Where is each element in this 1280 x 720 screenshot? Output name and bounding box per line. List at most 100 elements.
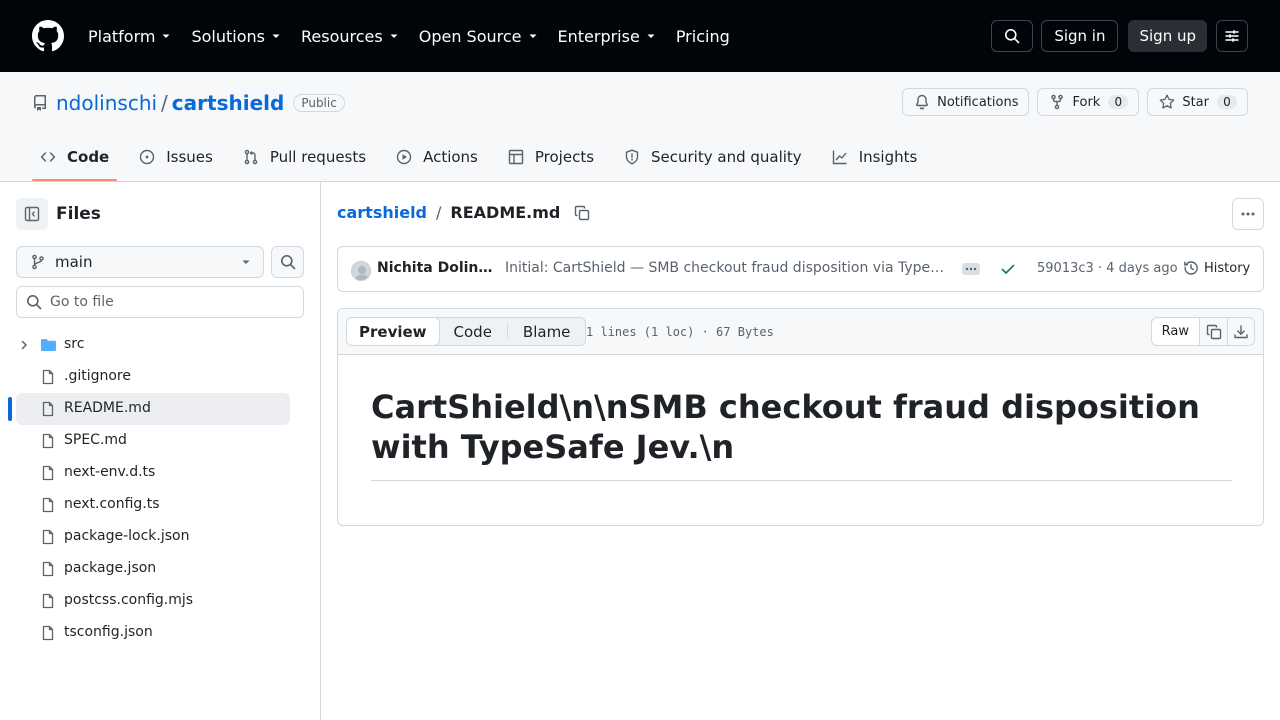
kebab-horizontal-icon bbox=[1241, 212, 1255, 216]
collapse-sidebar-button[interactable] bbox=[16, 198, 48, 230]
file-icon bbox=[42, 465, 54, 481]
issue-icon bbox=[140, 149, 155, 165]
pull-request-icon bbox=[244, 149, 258, 165]
shield-icon bbox=[625, 149, 639, 165]
branch-name: main bbox=[55, 253, 93, 271]
breadcrumb-file-name: README.md bbox=[450, 203, 561, 222]
notifications-label: Notifications bbox=[937, 94, 1019, 110]
tree-item-postcss-config[interactable]: postcss.config.mjs bbox=[16, 585, 290, 617]
avatar[interactable] bbox=[351, 261, 371, 281]
chevron-down-icon bbox=[162, 34, 170, 38]
tree-item-src[interactable]: src bbox=[16, 329, 290, 361]
star-button[interactable]: Star 0 bbox=[1147, 88, 1248, 116]
sidebar-collapse-icon bbox=[24, 206, 40, 222]
notifications-button[interactable]: Notifications bbox=[902, 88, 1030, 116]
search-files-button[interactable] bbox=[271, 246, 304, 278]
tab-code[interactable]: Code bbox=[32, 136, 118, 181]
history-icon bbox=[1184, 261, 1198, 275]
tree-item-gitignore[interactable]: .gitignore bbox=[16, 361, 290, 393]
breadcrumb-repo-link[interactable]: cartshield bbox=[337, 203, 427, 222]
sliders-icon bbox=[1225, 30, 1239, 42]
file-stats: 1 lines (1 loc) · 67 Bytes bbox=[586, 325, 774, 339]
tree-item-spec[interactable]: SPEC.md bbox=[16, 425, 290, 457]
fork-count: 0 bbox=[1108, 95, 1129, 109]
copy-raw-button[interactable] bbox=[1200, 318, 1227, 345]
history-label: History bbox=[1204, 260, 1251, 276]
tree-item-next-env[interactable]: next-env.d.ts bbox=[16, 457, 290, 489]
repo-tabs: Code Issues Pull requests Actions Projec… bbox=[32, 136, 939, 182]
more-options-button[interactable] bbox=[1232, 198, 1264, 230]
visibility-badge: Public bbox=[293, 94, 345, 112]
avatar-placeholder-icon bbox=[355, 266, 369, 280]
files-heading: Files bbox=[56, 204, 101, 224]
nav-platform[interactable]: Platform bbox=[88, 27, 171, 46]
commit-author-link[interactable]: Nichita Dolinschi bbox=[377, 260, 497, 276]
nav-resources[interactable]: Resources bbox=[301, 27, 399, 46]
tab-security[interactable]: Security and quality bbox=[616, 136, 810, 178]
file-icon bbox=[42, 433, 54, 449]
tab-insights[interactable]: Insights bbox=[824, 136, 926, 178]
chevron-down-icon bbox=[529, 34, 536, 38]
header-menu-button[interactable] bbox=[1216, 20, 1248, 52]
tab-code-view[interactable]: Code bbox=[439, 318, 507, 345]
header-actions: Sign in Sign up bbox=[991, 20, 1248, 52]
download-icon bbox=[1234, 324, 1248, 338]
file-tree-sidebar: Files main src .gitignore README.md SPEC… bbox=[0, 182, 321, 720]
branch-icon bbox=[32, 254, 44, 270]
chevron-down-icon bbox=[272, 34, 280, 38]
tab-issues[interactable]: Issues bbox=[131, 136, 221, 178]
file-icon bbox=[42, 625, 54, 641]
tab-actions[interactable]: Actions bbox=[388, 136, 486, 178]
download-button[interactable] bbox=[1227, 318, 1254, 345]
expand-commit-message-button[interactable] bbox=[962, 263, 980, 275]
sign-up-button[interactable]: Sign up bbox=[1128, 20, 1207, 52]
repo-title: ndolinschi / cartshield Public bbox=[32, 90, 345, 116]
history-button[interactable]: History bbox=[1183, 260, 1250, 276]
table-icon bbox=[508, 149, 524, 165]
sign-in-button[interactable]: Sign in bbox=[1041, 20, 1119, 52]
tree-item-tsconfig[interactable]: tsconfig.json bbox=[16, 617, 290, 649]
global-search-button[interactable] bbox=[991, 20, 1034, 52]
search-icon bbox=[1005, 29, 1020, 44]
go-to-file-field[interactable] bbox=[16, 286, 304, 318]
file-icon bbox=[42, 593, 54, 609]
repo-owner-link[interactable]: ndolinschi bbox=[56, 91, 157, 115]
caret-down-icon bbox=[242, 260, 250, 264]
tab-preview[interactable]: Preview bbox=[346, 317, 440, 346]
commit-message-link[interactable]: Initial: CartShield — SMB checkout fraud… bbox=[505, 260, 947, 276]
chevron-down-icon bbox=[390, 34, 398, 38]
nav-open-source[interactable]: Open Source bbox=[419, 27, 538, 46]
repo-icon bbox=[33, 95, 46, 111]
commit-sha-time[interactable]: 59013c3 · 4 days ago bbox=[1037, 261, 1178, 276]
raw-button[interactable]: Raw bbox=[1151, 318, 1200, 345]
tab-projects[interactable]: Projects bbox=[500, 136, 602, 178]
repo-header: ndolinschi / cartshield Public Notificat… bbox=[0, 72, 1280, 182]
tree-item-readme[interactable]: README.md bbox=[8, 393, 290, 425]
fork-icon bbox=[1051, 94, 1064, 110]
branch-selector[interactable]: main bbox=[16, 246, 264, 278]
tree-item-package-lock[interactable]: package-lock.json bbox=[16, 521, 290, 553]
tree-item-package[interactable]: package.json bbox=[16, 553, 290, 585]
tab-pull-requests[interactable]: Pull requests bbox=[235, 136, 374, 178]
view-mode-toggle: Preview Code Blame bbox=[346, 317, 587, 346]
latest-commit-bar: Nichita Dolinschi Initial: CartShield — … bbox=[337, 246, 1264, 292]
fork-button[interactable]: Fork 0 bbox=[1037, 88, 1140, 116]
star-label: Star bbox=[1182, 94, 1209, 110]
file-actions: Raw bbox=[1150, 317, 1255, 346]
tab-blame[interactable]: Blame bbox=[508, 318, 586, 345]
graph-icon bbox=[832, 150, 847, 165]
tree-item-next-config[interactable]: next.config.ts bbox=[16, 489, 290, 521]
file-icon bbox=[42, 401, 54, 417]
code-icon bbox=[40, 152, 56, 162]
repo-actions: Notifications Fork 0 Star 0 bbox=[894, 88, 1248, 116]
copy-path-button[interactable] bbox=[574, 205, 590, 221]
repo-name-link[interactable]: cartshield bbox=[172, 91, 285, 115]
nav-solutions[interactable]: Solutions bbox=[191, 27, 281, 46]
file-tree: src .gitignore README.md SPEC.md next-en… bbox=[8, 329, 290, 649]
check-status[interactable] bbox=[1000, 261, 1016, 277]
folder-icon bbox=[41, 339, 56, 351]
nav-enterprise[interactable]: Enterprise bbox=[558, 27, 656, 46]
github-logo-icon[interactable] bbox=[32, 20, 64, 52]
go-to-file-input[interactable] bbox=[50, 294, 290, 310]
nav-pricing[interactable]: Pricing bbox=[676, 27, 730, 46]
